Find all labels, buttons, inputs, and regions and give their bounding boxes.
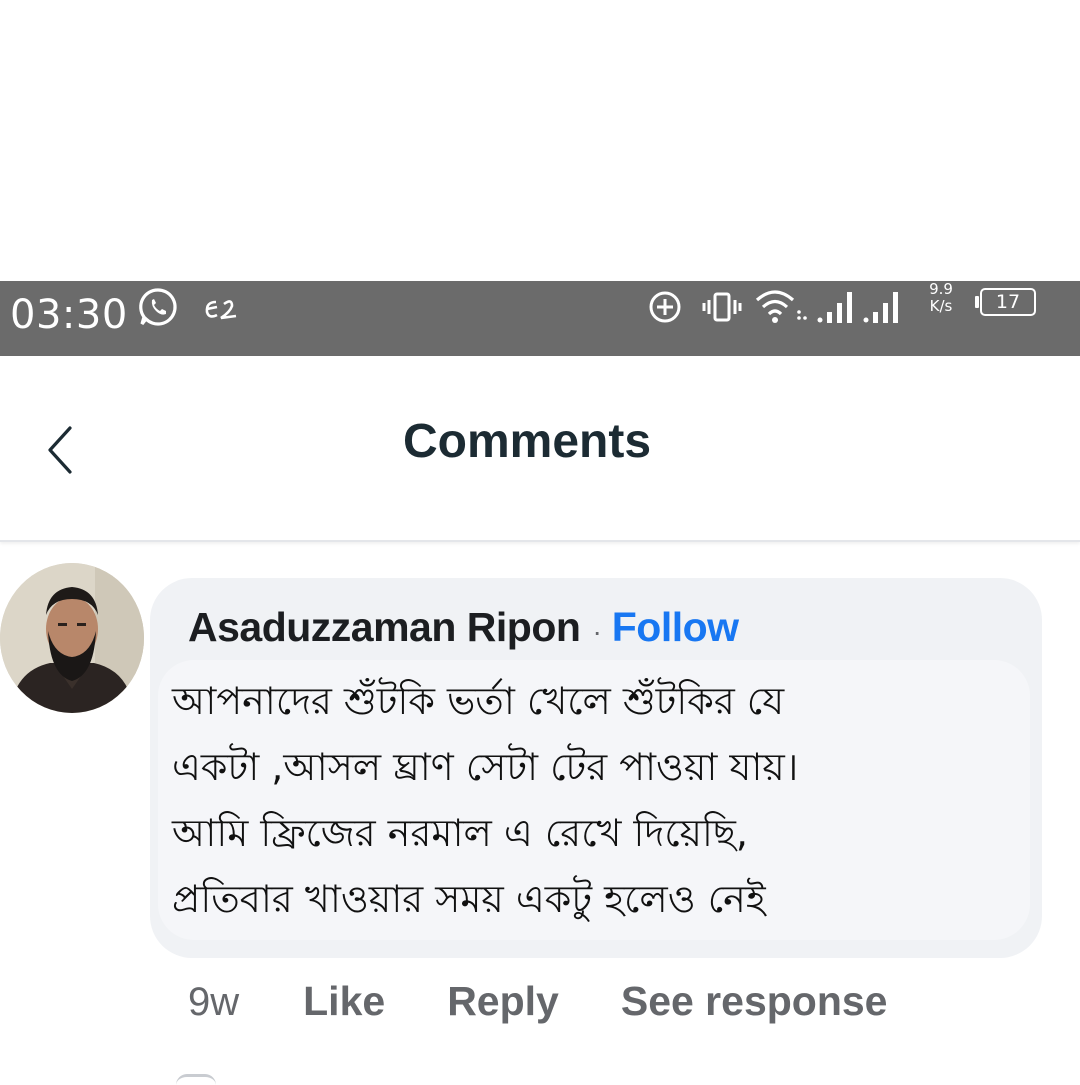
reply-button[interactable]: Reply: [447, 978, 559, 1025]
status-time: 03:30: [10, 292, 128, 338]
battery-icon: 17: [980, 288, 1036, 316]
comment-timestamp: 9w: [188, 980, 240, 1024]
signal-icon: [814, 285, 864, 327]
wifi-icon: [752, 285, 816, 327]
status-bar: 03:30 9.9 K/s 17: [0, 281, 1080, 356]
avatar[interactable]: [0, 563, 144, 713]
comment-text-line: আপনাদের শুঁটকি ভর্তা খেলে শুঁটকির যে: [172, 679, 785, 723]
battery-level: 17: [995, 291, 1021, 313]
whatsapp-icon: [134, 285, 182, 329]
comment-text: আপনাদের শুঁটকি ভর্তা খেলে শুঁটকির যে একট…: [172, 668, 1032, 932]
comment-author-name[interactable]: Asaduzzaman Ripon: [188, 604, 581, 651]
app-notification-icon: [200, 291, 250, 327]
network-speed: 9.9 K/s: [924, 281, 958, 315]
see-response-button[interactable]: See response: [621, 978, 888, 1025]
profile-photo: [0, 563, 144, 713]
comment-text-line: প্রতিবার খাওয়ার সময় একটু হলেও নেই: [172, 877, 766, 921]
battery-tip: [975, 296, 979, 308]
separator-dot: ·: [592, 616, 602, 647]
comment-text-line: আমি ফ্রিজের নরমাল এ রেখে দিয়েছি,: [172, 811, 748, 855]
blank-area: [0, 0, 1080, 281]
data-saver-icon: [645, 287, 685, 327]
comments-header: Comments: [0, 356, 1080, 542]
comment-author-row: Asaduzzaman Ripon · Follow: [188, 604, 739, 654]
comment-text-line: একটা ,আসল ঘ্রাণ সেটা টের পাওয়া যায়।: [172, 745, 799, 789]
page-title: Comments: [402, 415, 652, 468]
network-speed-unit: K/s: [929, 297, 953, 315]
vibrate-icon: [698, 287, 746, 327]
like-button[interactable]: Like: [303, 978, 385, 1025]
comment-actions: 9w Like Reply See response: [188, 978, 949, 1034]
signal-icon: [860, 285, 910, 327]
network-speed-value: 9.9: [929, 280, 953, 298]
follow-button[interactable]: Follow: [612, 604, 739, 651]
